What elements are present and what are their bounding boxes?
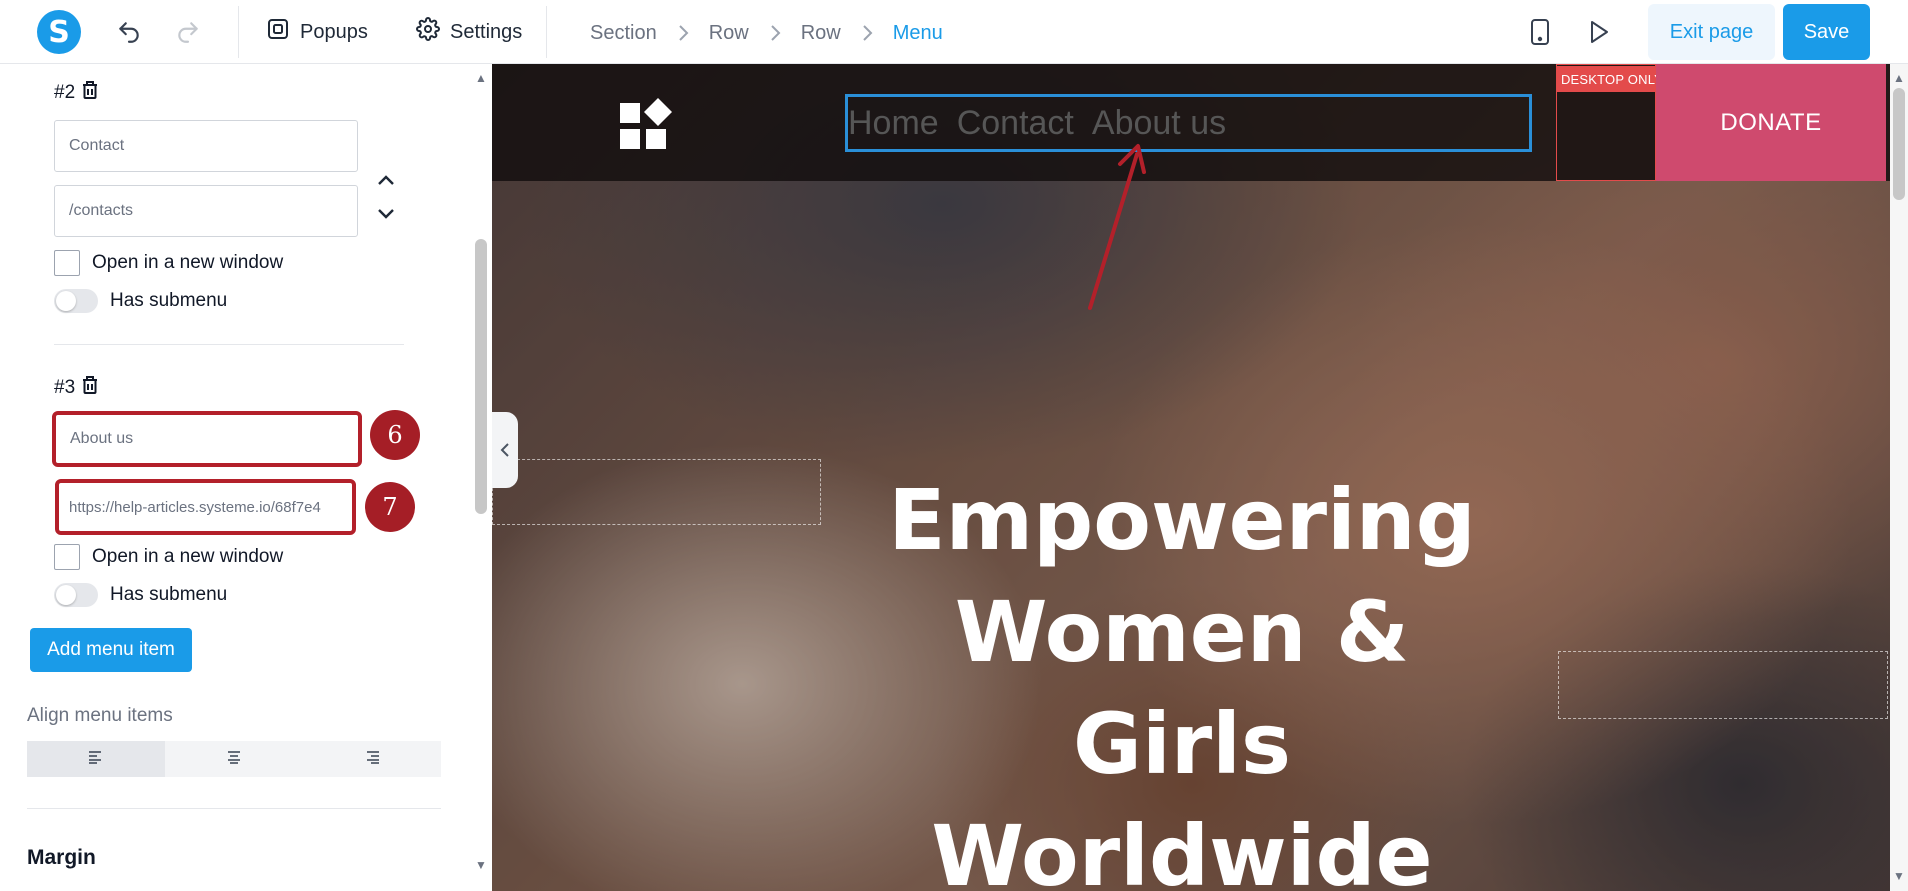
menu-link-about-us[interactable]: About us: [1092, 104, 1226, 143]
toolbar-divider: [238, 6, 239, 58]
chevron-right-icon: [769, 24, 781, 42]
selected-menu-element[interactable]: Home Contact About us: [845, 94, 1532, 152]
scroll-up-arrow-icon[interactable]: ▲: [474, 71, 488, 85]
menu-item-divider: [54, 344, 404, 345]
align-right-icon: [364, 750, 380, 769]
section-divider: [27, 808, 441, 809]
submenu-label: Has submenu: [110, 290, 228, 311]
menu-settings-panel: #2 Contact /contacts Open in a new windo…: [0, 64, 492, 891]
menu-link-home[interactable]: Home: [848, 104, 939, 143]
hero-line: Worldwide: [931, 807, 1433, 891]
menu-item-3-number: #3: [54, 377, 76, 398]
donate-button[interactable]: DONATE: [1656, 64, 1886, 181]
page-builder-app: S Popups Settings Section Row Row Menu E…: [0, 0, 1908, 891]
menu-item-2-title-input[interactable]: Contact: [54, 120, 358, 172]
popups-label: Popups: [300, 20, 368, 43]
new-window-checkbox[interactable]: [54, 250, 80, 276]
add-menu-item-button[interactable]: Add menu item: [30, 628, 192, 672]
hero-line: Girls: [1073, 695, 1291, 793]
breadcrumb-menu[interactable]: Menu: [893, 22, 943, 45]
submenu-toggle[interactable]: [54, 583, 98, 607]
desktop-only-badge: DESKTOP ONLY: [1556, 66, 1668, 92]
menu-item-2-url-input[interactable]: /contacts: [54, 185, 358, 237]
canvas-scrollbar-thumb[interactable]: [1893, 88, 1905, 200]
menu-item-2-submenu-option: Has submenu: [54, 289, 227, 313]
hero-line: Women &: [954, 583, 1410, 681]
menu-item-3-url-input[interactable]: https://help-articles.systeme.io/68f7e4: [55, 479, 356, 535]
breadcrumb-section[interactable]: Section: [590, 22, 657, 45]
save-button[interactable]: Save: [1783, 4, 1870, 60]
menu-item-3-header: #3: [54, 375, 99, 401]
hero-line: Empowering: [888, 471, 1476, 569]
systeme-logo[interactable]: S: [37, 10, 81, 54]
page-canvas: Home Contact About us DESKTOP ONLY DONAT…: [492, 64, 1890, 891]
breadcrumb: Section Row Row Menu: [590, 18, 943, 48]
top-toolbar: S Popups Settings Section Row Row Menu E…: [0, 0, 1908, 64]
scroll-down-arrow-icon[interactable]: ▼: [474, 858, 488, 872]
move-down-chevron-icon[interactable]: [374, 202, 398, 226]
align-center-option[interactable]: [165, 741, 303, 777]
menu-link-contact[interactable]: Contact: [957, 104, 1074, 143]
play-preview-icon[interactable]: [1583, 16, 1615, 48]
step-badge-7: 7: [365, 482, 415, 532]
submenu-toggle[interactable]: [54, 289, 98, 313]
align-left-icon: [88, 750, 104, 769]
popups-button[interactable]: Popups: [266, 16, 368, 48]
gear-icon: [416, 17, 440, 47]
empty-element-placeholder[interactable]: [1558, 651, 1888, 719]
margin-section-title: Margin: [27, 846, 96, 869]
menu-item-2-number: #2: [54, 82, 76, 103]
redo-icon[interactable]: [172, 16, 204, 48]
canvas-scroll-up-arrow-icon[interactable]: ▲: [1892, 71, 1906, 85]
canvas-scroll-down-arrow-icon[interactable]: ▼: [1892, 869, 1906, 883]
align-menu-items-label: Align menu items: [27, 705, 173, 726]
settings-button[interactable]: Settings: [416, 16, 522, 48]
submenu-label: Has submenu: [110, 584, 228, 605]
menu-item-3-submenu-option: Has submenu: [54, 583, 227, 607]
toolbar-divider: [546, 6, 547, 58]
hero-headline[interactable]: Empowering Women & Girls Worldwide: [792, 464, 1572, 891]
menu-item-2-new-window-option: Open in a new window: [54, 250, 283, 276]
undo-icon[interactable]: [113, 16, 145, 48]
trash-icon[interactable]: [81, 80, 99, 106]
popups-icon: [266, 17, 290, 47]
chevron-right-icon: [861, 24, 873, 42]
site-logo-icon[interactable]: [620, 98, 674, 152]
new-window-checkbox[interactable]: [54, 544, 80, 570]
new-window-label: Open in a new window: [92, 546, 284, 567]
exit-page-button[interactable]: Exit page: [1648, 4, 1775, 60]
panel-scrollbar-thumb[interactable]: [475, 239, 487, 514]
step-badge-6: 6: [370, 410, 420, 460]
menu-item-3-new-window-option: Open in a new window: [54, 544, 283, 570]
menu-item-3-title-input[interactable]: About us: [52, 411, 362, 467]
move-up-chevron-icon[interactable]: [374, 168, 398, 192]
align-right-option[interactable]: [303, 741, 441, 777]
breadcrumb-row[interactable]: Row: [709, 22, 749, 45]
empty-element-placeholder[interactable]: [492, 459, 821, 525]
collapse-panel-chevron-icon[interactable]: [492, 412, 518, 488]
align-center-icon: [226, 750, 242, 769]
settings-label: Settings: [450, 20, 523, 43]
menu-item-2-header: #2: [54, 80, 99, 106]
align-left-option[interactable]: [27, 741, 165, 777]
new-window-label: Open in a new window: [92, 252, 284, 273]
breadcrumb-row[interactable]: Row: [801, 22, 841, 45]
mobile-preview-icon[interactable]: [1524, 16, 1556, 48]
chevron-right-icon: [677, 24, 689, 42]
trash-icon[interactable]: [81, 375, 99, 401]
site-header: Home Contact About us DESKTOP ONLY DONAT…: [492, 64, 1890, 181]
align-menu-items-group: [27, 741, 441, 777]
